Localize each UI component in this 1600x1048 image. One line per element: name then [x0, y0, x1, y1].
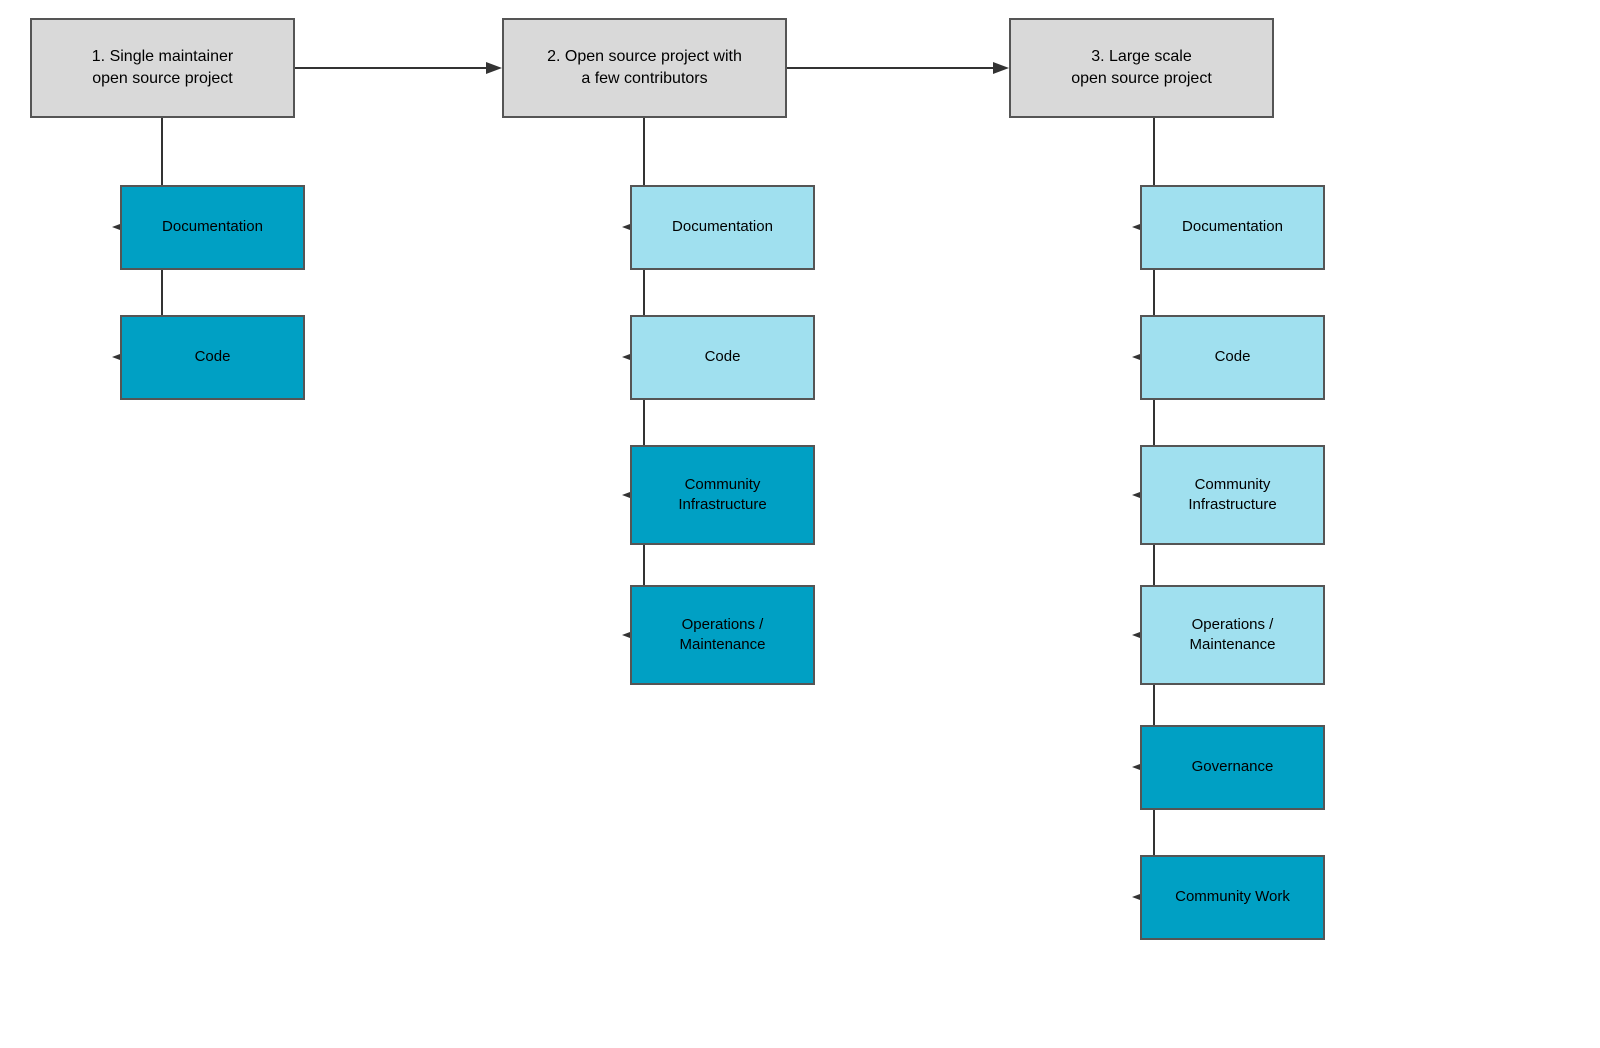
col2-code: Code: [630, 315, 815, 400]
col2-documentation: Documentation: [630, 185, 815, 270]
header-1: 1. Single maintaineropen source project: [30, 18, 295, 118]
col1-documentation: Documentation: [120, 185, 305, 270]
header-3: 3. Large scaleopen source project: [1009, 18, 1274, 118]
col2-operations-maintenance: Operations /Maintenance: [630, 585, 815, 685]
col1-code: Code: [120, 315, 305, 400]
col3-code: Code: [1140, 315, 1325, 400]
header-2: 2. Open source project witha few contrib…: [502, 18, 787, 118]
col3-community-infrastructure: CommunityInfrastructure: [1140, 445, 1325, 545]
col3-documentation: Documentation: [1140, 185, 1325, 270]
col2-community-infrastructure: CommunityInfrastructure: [630, 445, 815, 545]
col3-operations-maintenance: Operations /Maintenance: [1140, 585, 1325, 685]
diagram: 1. Single maintaineropen source project …: [0, 0, 1600, 1048]
col3-community-work: Community Work: [1140, 855, 1325, 940]
col3-governance: Governance: [1140, 725, 1325, 810]
